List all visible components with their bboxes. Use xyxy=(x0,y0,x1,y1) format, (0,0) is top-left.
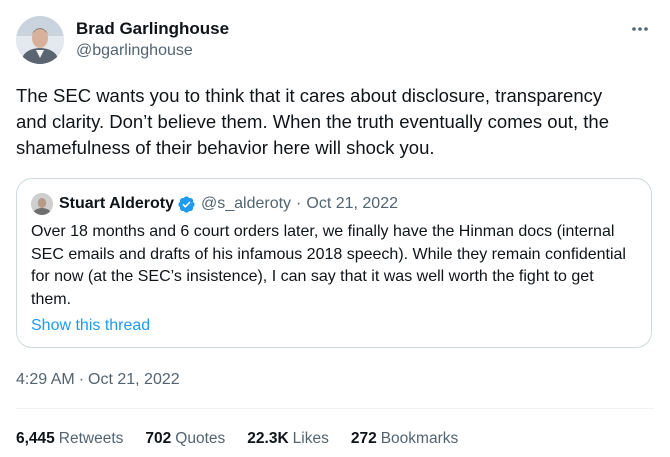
author-avatar[interactable] xyxy=(16,16,64,64)
more-horizontal-icon[interactable] xyxy=(626,18,654,40)
stat-quotes[interactable]: 702 Quotes xyxy=(145,429,225,449)
retweets-count: 6,445 xyxy=(16,430,55,447)
author-names: Brad Garlinghouse @bgarlinghouse xyxy=(76,18,229,62)
tweet-date: Oct 21, 2022 xyxy=(88,371,180,388)
stat-bookmarks[interactable]: 272 Bookmarks xyxy=(351,429,458,449)
show-thread-link[interactable]: Show this thread xyxy=(31,315,150,337)
tweet-header: Brad Garlinghouse @bgarlinghouse xyxy=(16,16,654,64)
stat-likes[interactable]: 22.3K Likes xyxy=(247,429,329,449)
verified-badge-icon xyxy=(177,195,196,214)
quoted-tweet[interactable]: Stuart Alderoty @s_alderoty · Oct 21, 20… xyxy=(16,178,652,348)
quotes-label: Quotes xyxy=(175,430,226,447)
tweet: Brad Garlinghouse @bgarlinghouse The SEC… xyxy=(0,0,670,457)
quoted-date[interactable]: Oct 21, 2022 xyxy=(306,195,398,213)
author-handle[interactable]: @bgarlinghouse xyxy=(76,40,229,62)
likes-label: Likes xyxy=(292,430,329,447)
stat-retweets[interactable]: 6,445 Retweets xyxy=(16,429,123,449)
tweet-time: 4:29 AM xyxy=(16,371,75,388)
quoted-separator: · xyxy=(296,195,302,212)
likes-count: 22.3K xyxy=(247,430,289,447)
engagement-stats: 6,445 Retweets 702 Quotes 22.3K Likes 272 Bo… xyxy=(16,429,480,449)
quoted-author-handle[interactable]: @s_alderoty xyxy=(201,195,291,213)
author-display-name[interactable]: Brad Garlinghouse xyxy=(76,18,229,40)
quoted-tweet-header: Stuart Alderoty @s_alderoty · Oct 21, 20… xyxy=(31,192,398,216)
timestamp-separator: · xyxy=(78,371,85,388)
divider xyxy=(16,408,654,409)
quoted-tweet-text: Over 18 months and 6 court orders later,… xyxy=(31,223,626,308)
quoted-author-display-name[interactable]: Stuart Alderoty xyxy=(59,195,174,213)
bookmarks-count: 272 xyxy=(350,430,377,447)
tweet-timestamp[interactable]: 4:29 AM · Oct 21, 2022 xyxy=(16,369,180,391)
quoted-author-avatar[interactable] xyxy=(31,193,53,215)
tweet-text: The SEC wants you to think that it cares… xyxy=(16,85,609,158)
bookmarks-label: Bookmarks xyxy=(380,430,459,447)
quotes-count: 702 xyxy=(145,430,172,447)
retweets-label: Retweets xyxy=(58,430,124,447)
